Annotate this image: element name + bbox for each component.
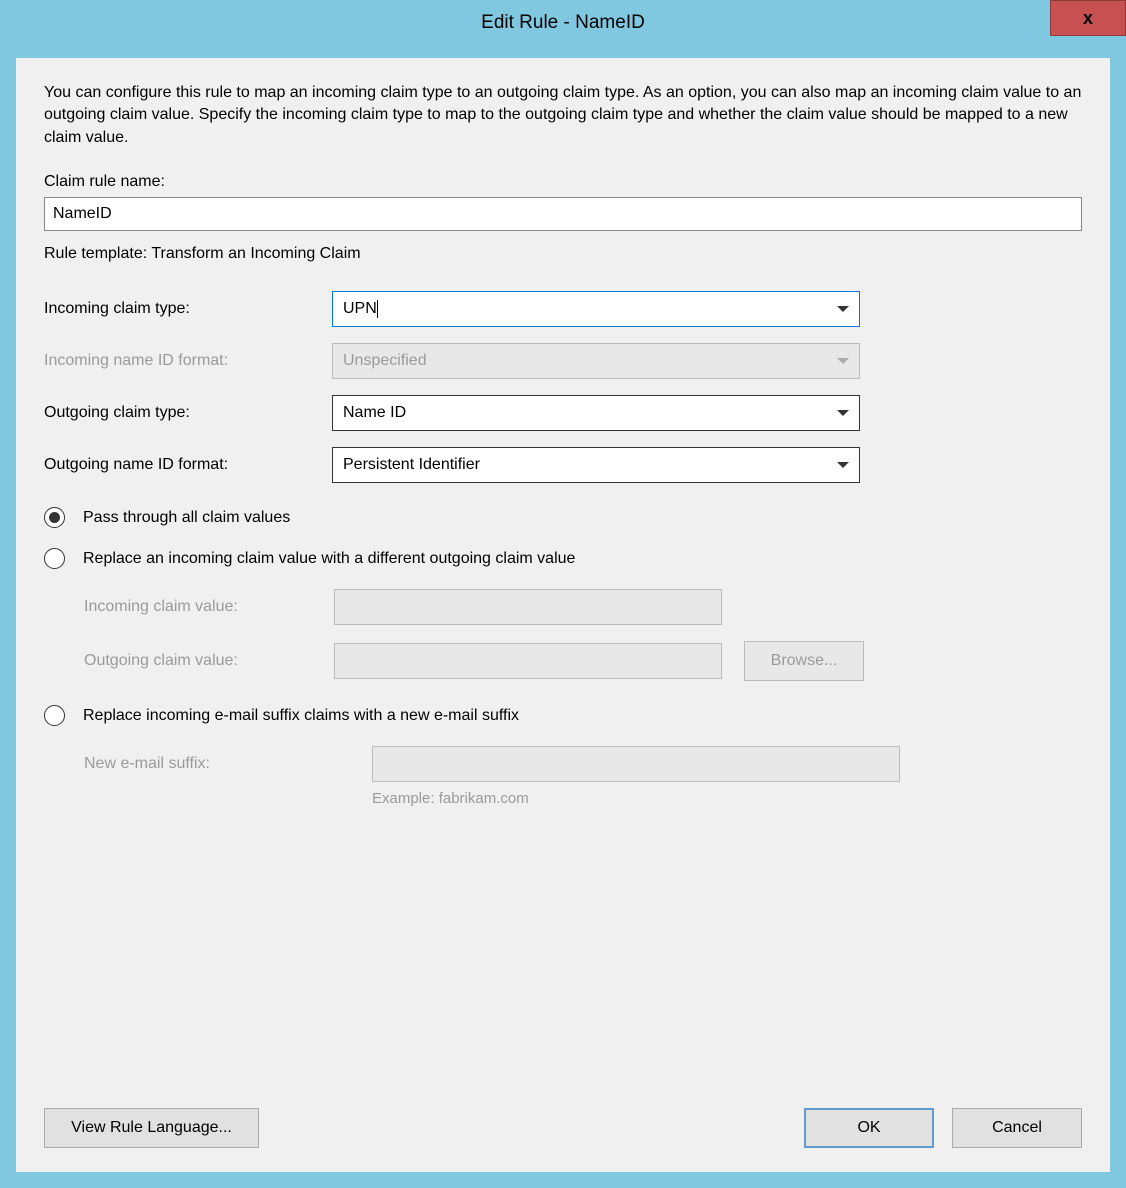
view-rule-language-button[interactable]: View Rule Language...	[44, 1108, 259, 1148]
incoming-name-id-format-value: Unspecified	[343, 352, 837, 370]
radio-pass-through-label: Pass through all claim values	[83, 509, 290, 527]
description-text: You can configure this rule to map an in…	[44, 82, 1082, 149]
ok-button[interactable]: OK	[804, 1108, 934, 1148]
incoming-claim-type-value: UPN	[343, 300, 837, 318]
outgoing-name-id-format-combobox[interactable]: Persistent Identifier	[332, 447, 860, 483]
radio-pass-through-row: Pass through all claim values	[44, 507, 1082, 528]
outgoing-claim-type-label: Outgoing claim type:	[44, 404, 332, 422]
dialog-content: You can configure this rule to map an in…	[16, 58, 1110, 1172]
chevron-down-icon	[837, 306, 849, 312]
radio-replace-suffix-row: Replace incoming e-mail suffix claims wi…	[44, 705, 1082, 726]
incoming-name-id-format-combobox: Unspecified	[332, 343, 860, 379]
browse-button: Browse...	[744, 641, 864, 681]
radio-group: Pass through all claim values Replace an…	[44, 507, 1082, 807]
outgoing-claim-type-row: Outgoing claim type: Name ID	[44, 395, 1082, 431]
radio-replace-value[interactable]	[44, 548, 65, 569]
dialog-window: Edit Rule - NameID x You can configure t…	[0, 0, 1126, 1188]
outgoing-name-id-format-label: Outgoing name ID format:	[44, 456, 332, 474]
incoming-name-id-format-row: Incoming name ID format: Unspecified	[44, 343, 1082, 379]
outgoing-claim-value-row: Outgoing claim value: Browse...	[84, 641, 1082, 681]
chevron-down-icon	[837, 358, 849, 364]
incoming-name-id-format-label: Incoming name ID format:	[44, 352, 332, 370]
incoming-claim-value-input	[334, 589, 722, 625]
new-email-suffix-row: New e-mail suffix:	[84, 746, 1082, 782]
outgoing-claim-type-combobox[interactable]: Name ID	[332, 395, 860, 431]
cancel-button[interactable]: Cancel	[952, 1108, 1082, 1148]
incoming-claim-type-row: Incoming claim type: UPN	[44, 291, 1082, 327]
incoming-claim-value-label: Incoming claim value:	[84, 598, 334, 616]
incoming-claim-value-row: Incoming claim value:	[84, 589, 1082, 625]
close-button[interactable]: x	[1050, 0, 1126, 36]
radio-replace-suffix[interactable]	[44, 705, 65, 726]
outgoing-claim-value-label: Outgoing claim value:	[84, 652, 334, 670]
close-icon: x	[1083, 8, 1093, 29]
radio-replace-value-row: Replace an incoming claim value with a d…	[44, 548, 1082, 569]
button-bar: View Rule Language... OK Cancel	[44, 1108, 1082, 1148]
outgoing-name-id-format-value: Persistent Identifier	[343, 456, 837, 474]
incoming-claim-type-combobox[interactable]: UPN	[332, 291, 860, 327]
chevron-down-icon	[837, 410, 849, 416]
new-email-suffix-input	[372, 746, 900, 782]
radio-pass-through[interactable]	[44, 507, 65, 528]
chevron-down-icon	[837, 462, 849, 468]
new-email-suffix-label: New e-mail suffix:	[84, 755, 372, 773]
claim-rule-name-label: Claim rule name:	[44, 173, 1082, 191]
radio-replace-suffix-label: Replace incoming e-mail suffix claims wi…	[83, 707, 519, 725]
incoming-claim-type-label: Incoming claim type:	[44, 300, 332, 318]
outgoing-claim-value-input	[334, 643, 722, 679]
example-text: Example: fabrikam.com	[372, 790, 1082, 807]
titlebar: Edit Rule - NameID x	[0, 0, 1126, 46]
window-title: Edit Rule - NameID	[481, 12, 645, 34]
radio-replace-value-label: Replace an incoming claim value with a d…	[83, 550, 575, 568]
claim-rule-name-input[interactable]	[44, 197, 1082, 231]
outgoing-name-id-format-row: Outgoing name ID format: Persistent Iden…	[44, 447, 1082, 483]
outgoing-claim-type-value: Name ID	[343, 404, 837, 422]
rule-template-text: Rule template: Transform an Incoming Cla…	[44, 245, 1082, 263]
